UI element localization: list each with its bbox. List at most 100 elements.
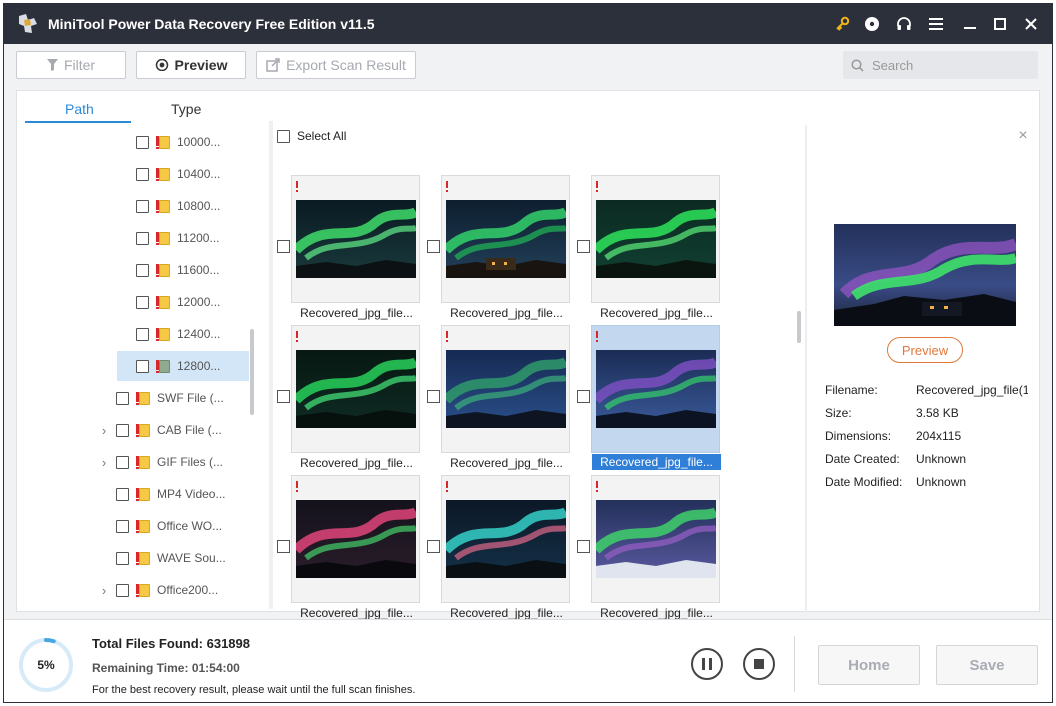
tree-item-label: CAB File (... <box>157 423 222 437</box>
file-thumbnail[interactable]: Recovered_jpg_file... <box>441 175 570 320</box>
stop-button[interactable] <box>743 648 775 680</box>
warning-mark-dot <box>446 490 448 492</box>
tab-type[interactable]: Type <box>171 101 201 117</box>
tree-item-checkbox[interactable] <box>116 551 129 565</box>
tree-item-checkbox[interactable] <box>136 135 149 149</box>
file-thumbnail[interactable]: Recovered_jpg_file... <box>591 325 721 470</box>
file-thumbnail[interactable]: Recovered_jpg_file... <box>591 175 720 320</box>
tree-item[interactable]: WAVE Sou... <box>97 543 227 573</box>
tree-item[interactable]: › CAB File (... <box>97 415 227 445</box>
tree-item-label: WAVE Sou... <box>157 551 226 565</box>
chevron-right-icon[interactable]: › <box>97 423 111 438</box>
tree-item[interactable]: › GIF Files (... <box>97 447 227 477</box>
minimize-icon[interactable] <box>960 14 980 34</box>
select-all-checkbox[interactable] <box>277 129 290 143</box>
tree-item-checkbox[interactable] <box>116 519 129 533</box>
tree-item[interactable]: 10400... <box>117 159 249 189</box>
file-checkbox[interactable] <box>277 540 290 553</box>
preview-divider <box>805 125 807 613</box>
tree-item-checkbox[interactable] <box>116 455 129 469</box>
tree-item-checkbox[interactable] <box>116 391 129 405</box>
search-input[interactable] <box>872 57 1022 73</box>
home-button[interactable]: Home <box>818 645 920 685</box>
headphones-icon[interactable] <box>894 14 914 34</box>
folder-warning-icon <box>156 230 170 246</box>
tree-item-checkbox[interactable] <box>116 423 129 437</box>
key-icon[interactable] <box>832 14 852 34</box>
grid-scrollbar[interactable] <box>797 311 801 343</box>
file-thumbnail[interactable]: Recovered_jpg_file... <box>591 475 720 620</box>
file-thumbnail[interactable]: Recovered_jpg_file... <box>441 475 570 620</box>
thumbnail-image <box>296 350 416 428</box>
file-thumbnail[interactable]: Recovered_jpg_file... <box>291 325 420 470</box>
tree-item[interactable]: 12400... <box>117 319 249 349</box>
tree-item[interactable]: 12800... <box>117 351 249 381</box>
tree-item[interactable]: SWF File (... <box>97 383 227 413</box>
pane-divider[interactable] <box>269 121 273 609</box>
tree-item-checkbox[interactable] <box>116 583 129 597</box>
tree-item-label: 12800... <box>177 359 221 373</box>
tree-item[interactable]: 11600... <box>117 255 249 285</box>
tree-item[interactable]: 12000... <box>117 287 249 317</box>
tree-item-checkbox[interactable] <box>136 199 149 213</box>
file-thumbnail[interactable]: Recovered_jpg_file... <box>441 325 570 470</box>
file-checkbox[interactable] <box>427 240 440 253</box>
preview-panel-button[interactable]: Preview <box>887 337 963 363</box>
menu-icon[interactable] <box>926 14 946 34</box>
preview-button[interactable]: Preview <box>136 51 246 79</box>
funnel-icon <box>46 59 58 71</box>
file-checkbox[interactable] <box>277 390 290 403</box>
tree-item-checkbox[interactable] <box>136 295 149 309</box>
filter-button[interactable]: Filter <box>16 51 126 79</box>
chevron-right-icon[interactable]: › <box>97 583 111 598</box>
file-checkbox[interactable] <box>577 240 590 253</box>
window-title: MiniTool Power Data Recovery Free Editio… <box>48 16 375 32</box>
tree-item-checkbox[interactable] <box>136 263 149 277</box>
detail-label: Filename: <box>825 383 878 397</box>
tree-item-checkbox[interactable] <box>136 167 149 181</box>
results-panel: Path Type 10000... 10400... 10800... 11200.… <box>16 90 1040 620</box>
tree-item-checkbox[interactable] <box>116 487 129 501</box>
file-name-label: Recovered_jpg_file... <box>450 606 563 620</box>
export-scan-result-button[interactable]: Export Scan Result <box>256 51 416 79</box>
maximize-icon[interactable] <box>990 14 1010 34</box>
close-preview-icon[interactable]: × <box>1016 128 1030 144</box>
folder-warning-icon <box>136 550 150 566</box>
tab-path[interactable]: Path <box>65 101 94 117</box>
tree-item-label: 10800... <box>177 199 221 213</box>
remaining-time-value: 01:54:00 <box>191 661 240 675</box>
file-checkbox[interactable] <box>577 540 590 553</box>
tree-item-checkbox[interactable] <box>136 231 149 245</box>
chevron-right-icon[interactable]: › <box>97 455 111 470</box>
close-icon[interactable] <box>1021 14 1041 34</box>
warning-mark-icon <box>296 181 298 188</box>
tree-item[interactable]: › Office200... <box>97 575 227 605</box>
tree-item-label: Office WO... <box>157 519 223 533</box>
file-checkbox[interactable] <box>427 390 440 403</box>
tree-scrollbar[interactable] <box>250 329 254 415</box>
tree-item-label: SWF File (... <box>157 391 224 405</box>
warning-mark-icon <box>296 331 298 338</box>
tree-item[interactable]: 10800... <box>117 191 249 221</box>
tree-item[interactable]: MP4 Video... <box>97 479 227 509</box>
tree-item[interactable]: 10000... <box>117 127 249 157</box>
save-button[interactable]: Save <box>936 645 1038 685</box>
tree-item[interactable]: Office WO... <box>97 511 227 541</box>
tree-item-label: 11200... <box>177 231 220 245</box>
pause-button[interactable] <box>691 648 723 680</box>
select-all[interactable]: Select All <box>277 129 346 143</box>
scan-hint: For the best recovery result, please wai… <box>92 684 416 696</box>
file-checkbox[interactable] <box>277 240 290 253</box>
file-checkbox[interactable] <box>577 390 590 403</box>
disc-icon[interactable] <box>862 14 882 34</box>
search-box[interactable] <box>843 51 1038 79</box>
tree-item-checkbox[interactable] <box>136 327 149 341</box>
tree-item-checkbox[interactable] <box>136 359 149 373</box>
detail-value: Unknown <box>916 452 967 466</box>
filter-label: Filter <box>63 57 96 73</box>
detail-value: Recovered_jpg_file(1 <box>916 383 1028 397</box>
file-thumbnail[interactable]: Recovered_jpg_file... <box>291 475 420 620</box>
file-thumbnail[interactable]: Recovered_jpg_file... <box>291 175 420 320</box>
file-checkbox[interactable] <box>427 540 440 553</box>
tree-item[interactable]: 11200... <box>117 223 249 253</box>
